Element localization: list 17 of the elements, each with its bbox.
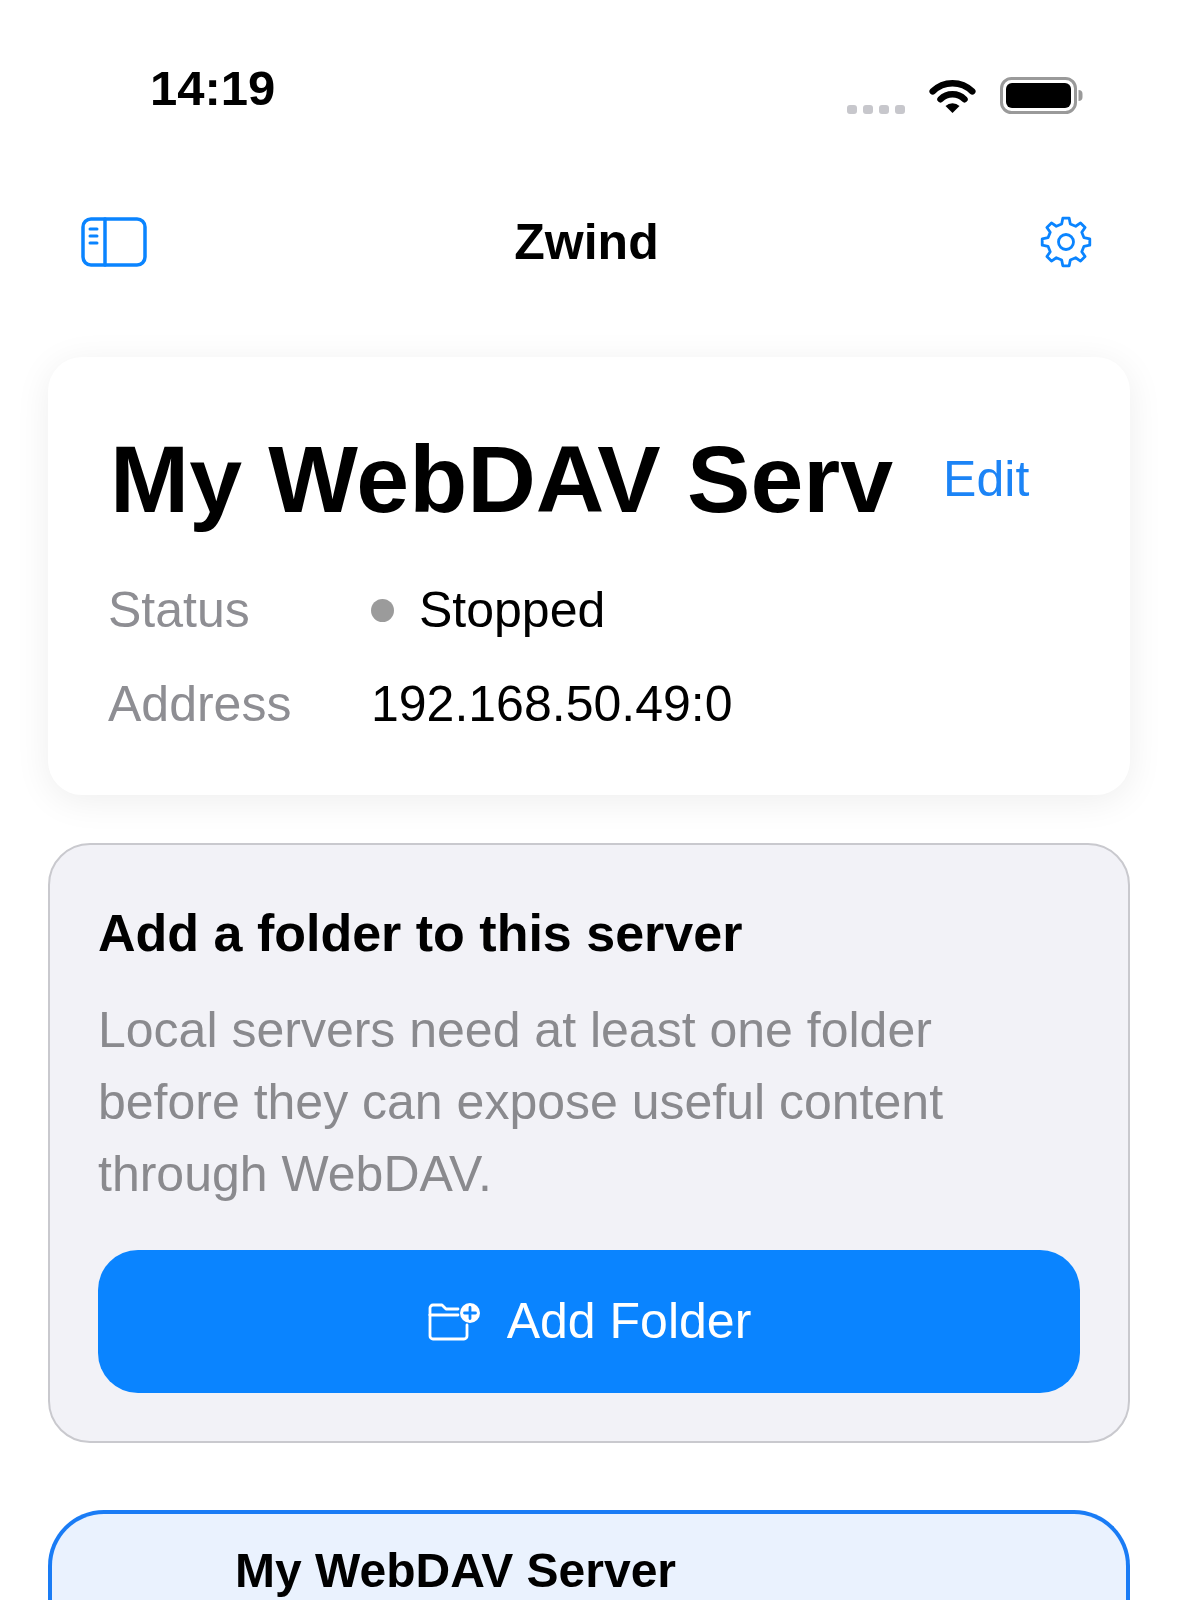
field-label: Status bbox=[108, 581, 251, 640]
field-value: 192.168.50.49:0 bbox=[371, 675, 734, 734]
status-time: 14:19 bbox=[150, 59, 276, 117]
server-list-item[interactable]: My WebDAV Server bbox=[48, 1509, 1130, 1600]
server-title: My WebDAV Serv bbox=[110, 427, 894, 532]
cellular-signal-icon bbox=[847, 104, 905, 114]
panel-description: Local servers need at least one folder before they can expose useful content through WebDAV. bbox=[98, 1000, 945, 1204]
battery-icon bbox=[1000, 76, 1083, 114]
screen-title: Zwind bbox=[514, 213, 659, 272]
settings-icon[interactable] bbox=[1040, 216, 1092, 268]
edit-link[interactable]: Edit bbox=[943, 451, 1030, 507]
panel-title: Add a folder to this server bbox=[98, 902, 744, 964]
field-value: Stopped bbox=[419, 581, 606, 640]
field-label: Address bbox=[108, 675, 293, 734]
sidebar-icon[interactable] bbox=[81, 217, 147, 267]
folder-plus-icon bbox=[426, 1301, 481, 1342]
add-folder-button[interactable]: Add Folder bbox=[98, 1249, 1080, 1393]
